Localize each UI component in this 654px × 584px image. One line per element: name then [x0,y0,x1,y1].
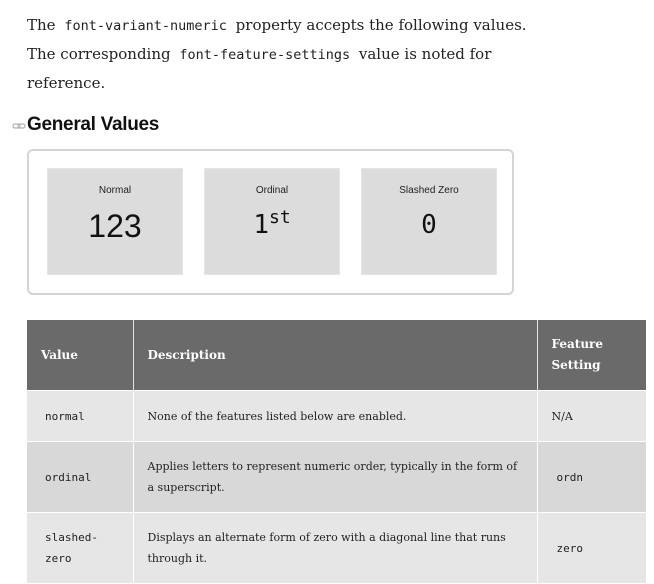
demo-card-caption: Ordinal [255,185,289,196]
cell-value: normal [27,390,134,442]
demo-card-value: 0 [421,210,437,240]
table-row: ordinal Applies letters to represent num… [27,441,646,513]
cell-setting: ordn [537,441,646,513]
demo-box: Normal 123 Ordinal 1st Slashed Zero 0 [27,149,514,295]
table-row: normal None of the features listed below… [27,390,646,442]
column-header-value: Value [27,320,134,391]
intro-text: The [27,16,56,34]
intro-text: property accepts the following values. [235,16,527,34]
demo-card-ordinal: Ordinal 1st [204,168,340,275]
section-heading-row: General Values [12,114,159,136]
cell-setting: zero [537,512,646,583]
demo-card-value: 123 [88,208,142,244]
cell-value: slashed-zero [27,512,134,583]
demo-card-slashed-zero: Slashed Zero 0 [361,168,497,275]
table-row: slashed-zero Displays an alternate form … [27,512,646,583]
demo-card-caption: Slashed Zero [399,185,459,196]
intro-paragraph: The font-variant-numeric property accept… [27,11,547,97]
intro-text: The corresponding [27,45,171,63]
ordinal-suffix: st [268,207,291,228]
cell-value: ordinal [27,441,134,513]
intro-code-font-feature-settings: font-feature-settings [179,47,351,63]
demo-card-normal: Normal 123 [47,168,183,275]
anchor-link-icon[interactable] [12,118,26,132]
column-header-feature-setting: Feature Setting [537,320,646,391]
column-header-description: Description [133,320,538,391]
table-header-row: Value Description Feature Setting [27,320,646,391]
section-title: General Values [27,114,160,135]
intro-code-font-variant-numeric: font-variant-numeric [64,18,227,34]
demo-card-value: 1st [204,207,340,240]
cell-description: Displays an alternate form of zero with … [133,512,538,583]
ordinal-base: 1 [253,210,269,240]
cell-description: Applies letters to represent numeric ord… [133,441,538,513]
cell-description: None of the features listed below are en… [133,390,538,442]
demo-card-caption: Normal [98,185,132,196]
cell-setting: N/A [537,390,646,442]
values-table: Value Description Feature Setting normal… [27,320,646,583]
